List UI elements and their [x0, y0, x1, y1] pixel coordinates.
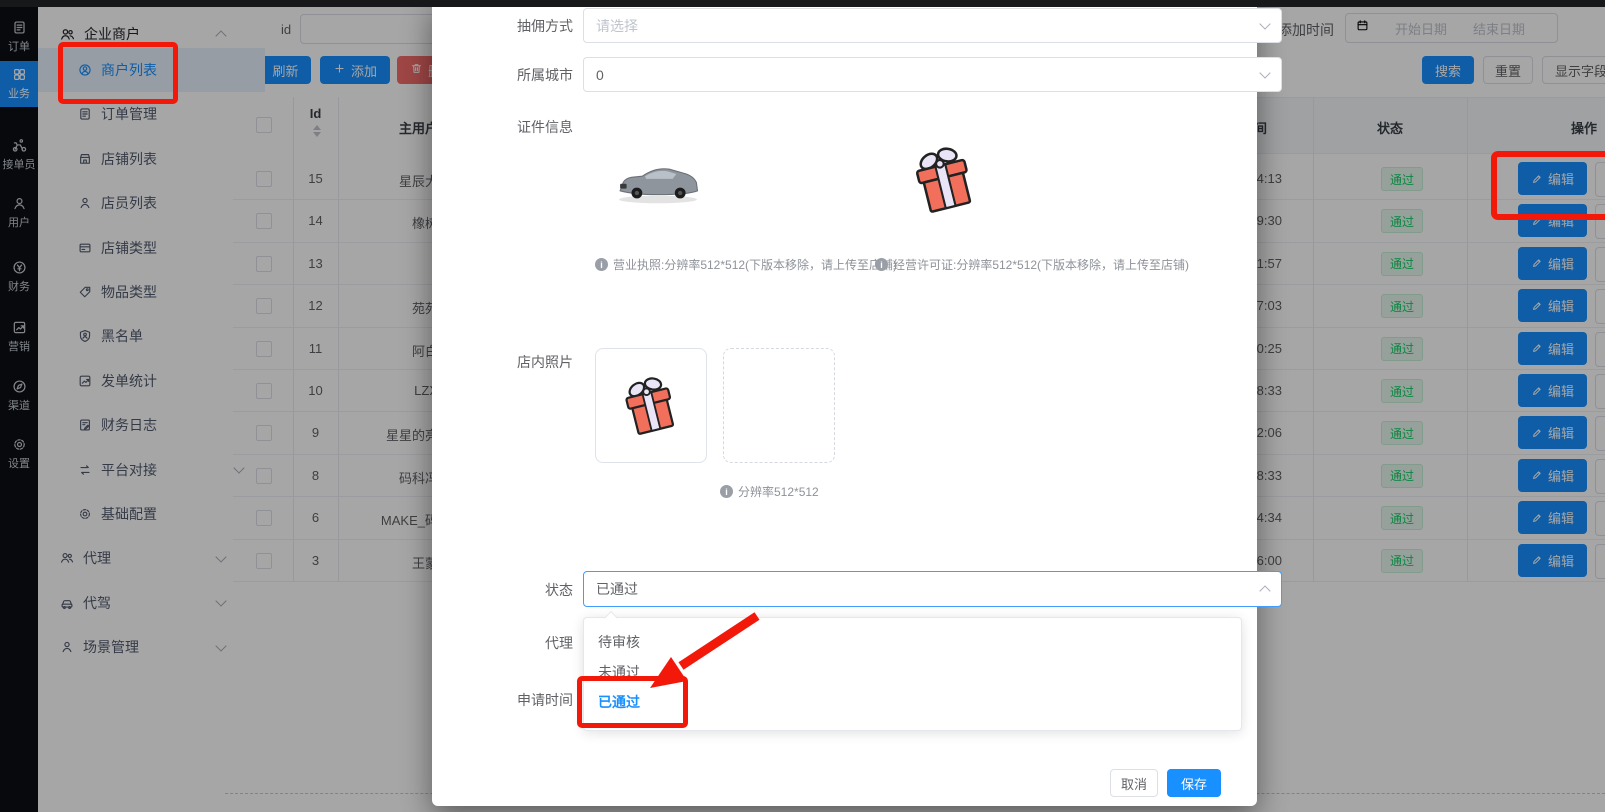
- info-icon: i: [875, 258, 888, 271]
- shop-photo-thumbnail[interactable]: [595, 348, 707, 463]
- apply-time-label: 申请时间: [448, 690, 573, 710]
- popper-arrow: [604, 611, 618, 625]
- app-screen: 订单业务接单员用户财务营销渠道设置 企业商户商户列表订单管理店铺列表店员列表店铺…: [0, 0, 1605, 812]
- gift-photo: [614, 365, 688, 447]
- gift-photo: [900, 138, 990, 222]
- business-permit-image[interactable]: [900, 138, 990, 227]
- info-icon: i: [595, 258, 608, 271]
- business-license-image[interactable]: [612, 150, 704, 215]
- city-select[interactable]: 0: [583, 57, 1282, 92]
- commission-label: 抽佣方式: [448, 16, 573, 36]
- photo-caption: i 分辨率512*512: [720, 483, 819, 500]
- city-label: 所属城市: [448, 65, 573, 85]
- permit-caption: i 经营许可证:分辨率512*512(下版本移除，请上传至店铺): [875, 256, 1189, 273]
- chevron-down-icon: [1259, 18, 1270, 29]
- status-option-已通过[interactable]: 已通过: [584, 687, 1239, 717]
- edit-merchant-modal: 抽佣方式 请选择 所属城市 0 证件信息: [432, 0, 1257, 806]
- license-caption: i 营业执照:分辨率512*512(下版本移除，请上传至店铺): [595, 256, 897, 273]
- status-label: 状态: [448, 580, 573, 600]
- window-top-edge: [0, 0, 1605, 7]
- commission-select[interactable]: 请选择: [583, 8, 1282, 43]
- car-photo: [612, 150, 704, 210]
- status-option-未通过[interactable]: 未通过: [584, 657, 1239, 687]
- certificates-label: 证件信息: [448, 117, 573, 137]
- shop-photos-label: 店内照片: [448, 352, 573, 372]
- agent-label: 代理: [448, 633, 573, 653]
- chevron-down-icon: [1259, 67, 1270, 78]
- status-dropdown-panel: 待审核未通过已通过: [583, 617, 1242, 731]
- status-select[interactable]: 已通过: [583, 571, 1282, 607]
- status-option-待审核[interactable]: 待审核: [584, 627, 1239, 657]
- chevron-up-icon: [1259, 585, 1270, 596]
- save-button[interactable]: 保存: [1167, 769, 1221, 797]
- info-icon: i: [720, 485, 733, 498]
- photo-upload-placeholder[interactable]: [723, 348, 835, 463]
- cancel-button[interactable]: 取消: [1110, 769, 1158, 797]
